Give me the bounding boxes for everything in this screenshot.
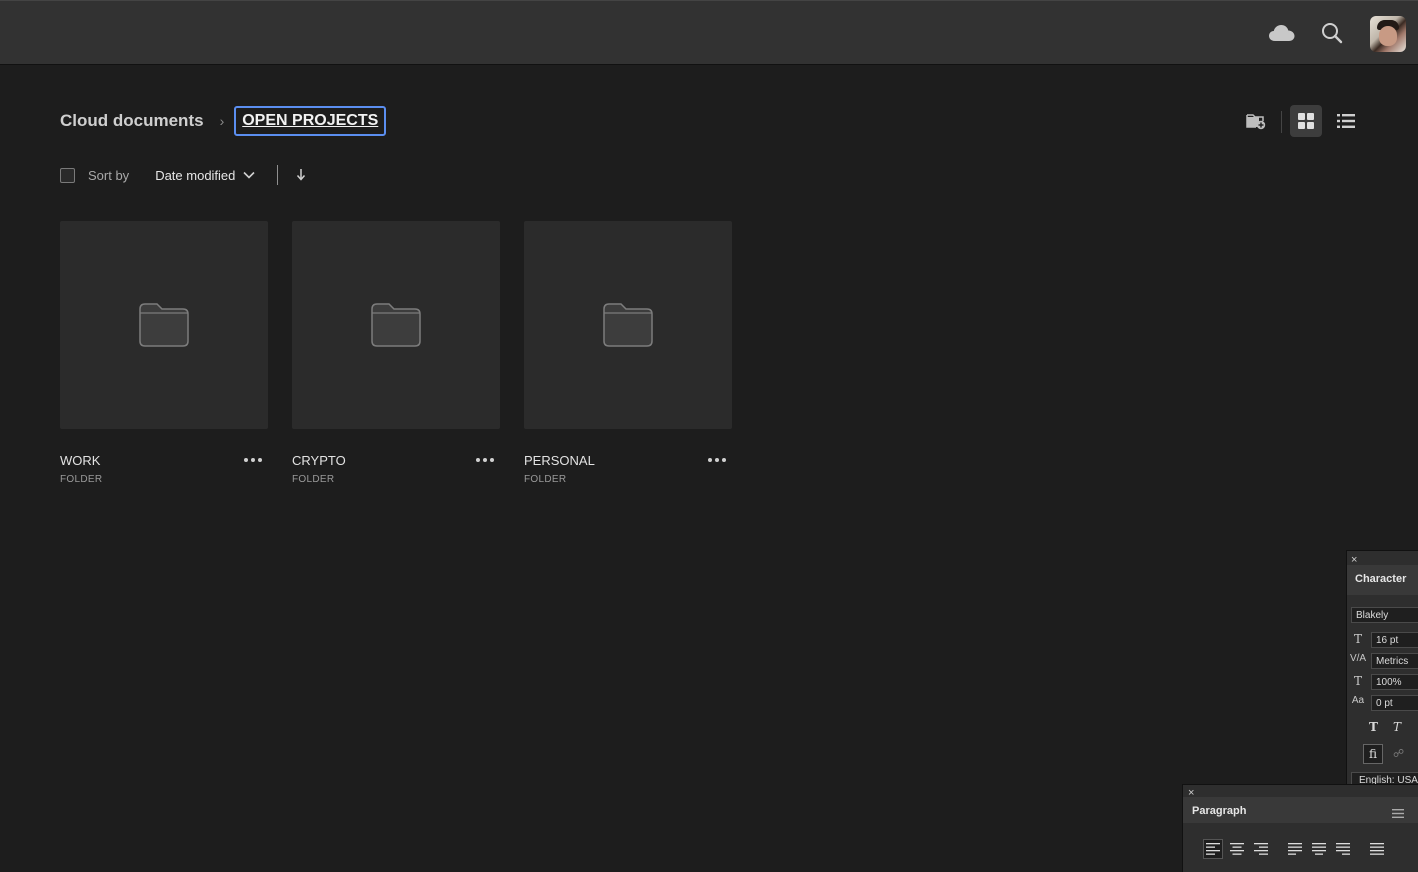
font-size-field[interactable]: 16 pt [1371, 632, 1418, 648]
breadcrumb-current[interactable]: OPEN PROJECTS [234, 106, 387, 136]
new-folder-icon[interactable] [1240, 105, 1272, 137]
chevron-down-icon[interactable] [243, 171, 255, 179]
folder-card[interactable]: PERSONAL FOLDER [524, 221, 732, 485]
align-right-icon[interactable] [1251, 839, 1271, 859]
select-all-checkbox[interactable] [60, 167, 75, 183]
font-family-field[interactable]: Blakely [1351, 607, 1418, 623]
font-size-icon: T [1353, 632, 1362, 646]
baseline-shift-icon: Aa [1351, 695, 1365, 706]
folder-type: FOLDER [524, 474, 567, 485]
tab-paragraph[interactable]: Paragraph [1192, 805, 1246, 817]
justify-left-icon[interactable] [1285, 839, 1305, 859]
folder-icon [139, 303, 189, 347]
list-view-icon[interactable] [1330, 105, 1362, 137]
justify-center-icon[interactable] [1309, 839, 1329, 859]
hamburger-menu-icon[interactable] [1392, 805, 1404, 823]
folder-thumbnail[interactable] [292, 221, 500, 429]
avatar-face [1379, 26, 1397, 46]
vertical-scale-icon: T [1353, 674, 1362, 688]
sort-dropdown[interactable]: Date modified [155, 168, 235, 183]
bold-button[interactable]: T [1369, 720, 1378, 734]
search-icon[interactable] [1318, 19, 1346, 47]
folder-card[interactable]: WORK FOLDER [60, 221, 268, 485]
swash-icon[interactable]: ☍ [1393, 747, 1404, 760]
folder-type: FOLDER [292, 474, 335, 485]
toolbar-divider [1281, 111, 1282, 133]
folder-icon [603, 303, 653, 347]
kerning-field[interactable]: Metrics [1371, 653, 1418, 669]
sort-label: Sort by [88, 167, 130, 183]
vertical-scale-field[interactable]: 100% [1371, 674, 1418, 690]
folder-name[interactable]: CRYPTO [292, 453, 346, 468]
more-options-icon[interactable] [242, 451, 264, 469]
justify-right-icon[interactable] [1333, 839, 1353, 859]
more-options-icon[interactable] [706, 451, 728, 469]
folder-icon [371, 303, 421, 347]
baseline-shift-field[interactable]: 0 pt [1371, 695, 1418, 711]
arrow-down-icon[interactable] [296, 169, 306, 181]
tab-character[interactable]: Character [1355, 573, 1406, 585]
paragraph-panel: × Paragraph [1182, 784, 1418, 872]
justify-all-icon[interactable] [1367, 839, 1387, 859]
folder-name[interactable]: WORK [60, 453, 100, 468]
folder-name[interactable]: PERSONAL [524, 453, 595, 468]
more-options-icon[interactable] [474, 451, 496, 469]
folder-card[interactable]: CRYPTO FOLDER [292, 221, 500, 485]
ligature-button[interactable]: fi [1363, 744, 1383, 764]
user-avatar[interactable] [1370, 16, 1406, 52]
kerning-icon: V/A [1349, 653, 1367, 664]
breadcrumb: Cloud documents › OPEN PROJECTS [60, 104, 387, 138]
breadcrumb-separator-icon: › [219, 113, 225, 129]
character-panel: × Character Blakely T 16 pt V/A Metrics … [1346, 550, 1418, 793]
cloud-icon[interactable] [1268, 19, 1296, 47]
sort-divider [277, 165, 279, 185]
italic-button[interactable]: T [1393, 720, 1401, 734]
breadcrumb-root[interactable]: Cloud documents [60, 111, 204, 131]
close-icon[interactable]: × [1351, 555, 1361, 566]
align-left-icon[interactable] [1203, 839, 1223, 859]
top-bar [0, 0, 1418, 65]
align-center-icon[interactable] [1227, 839, 1247, 859]
sort-bar: Sort by Date modified [60, 164, 306, 186]
folder-type: FOLDER [60, 474, 103, 485]
folder-thumbnail[interactable] [60, 221, 268, 429]
folder-thumbnail[interactable] [524, 221, 732, 429]
grid-view-icon[interactable] [1290, 105, 1322, 137]
